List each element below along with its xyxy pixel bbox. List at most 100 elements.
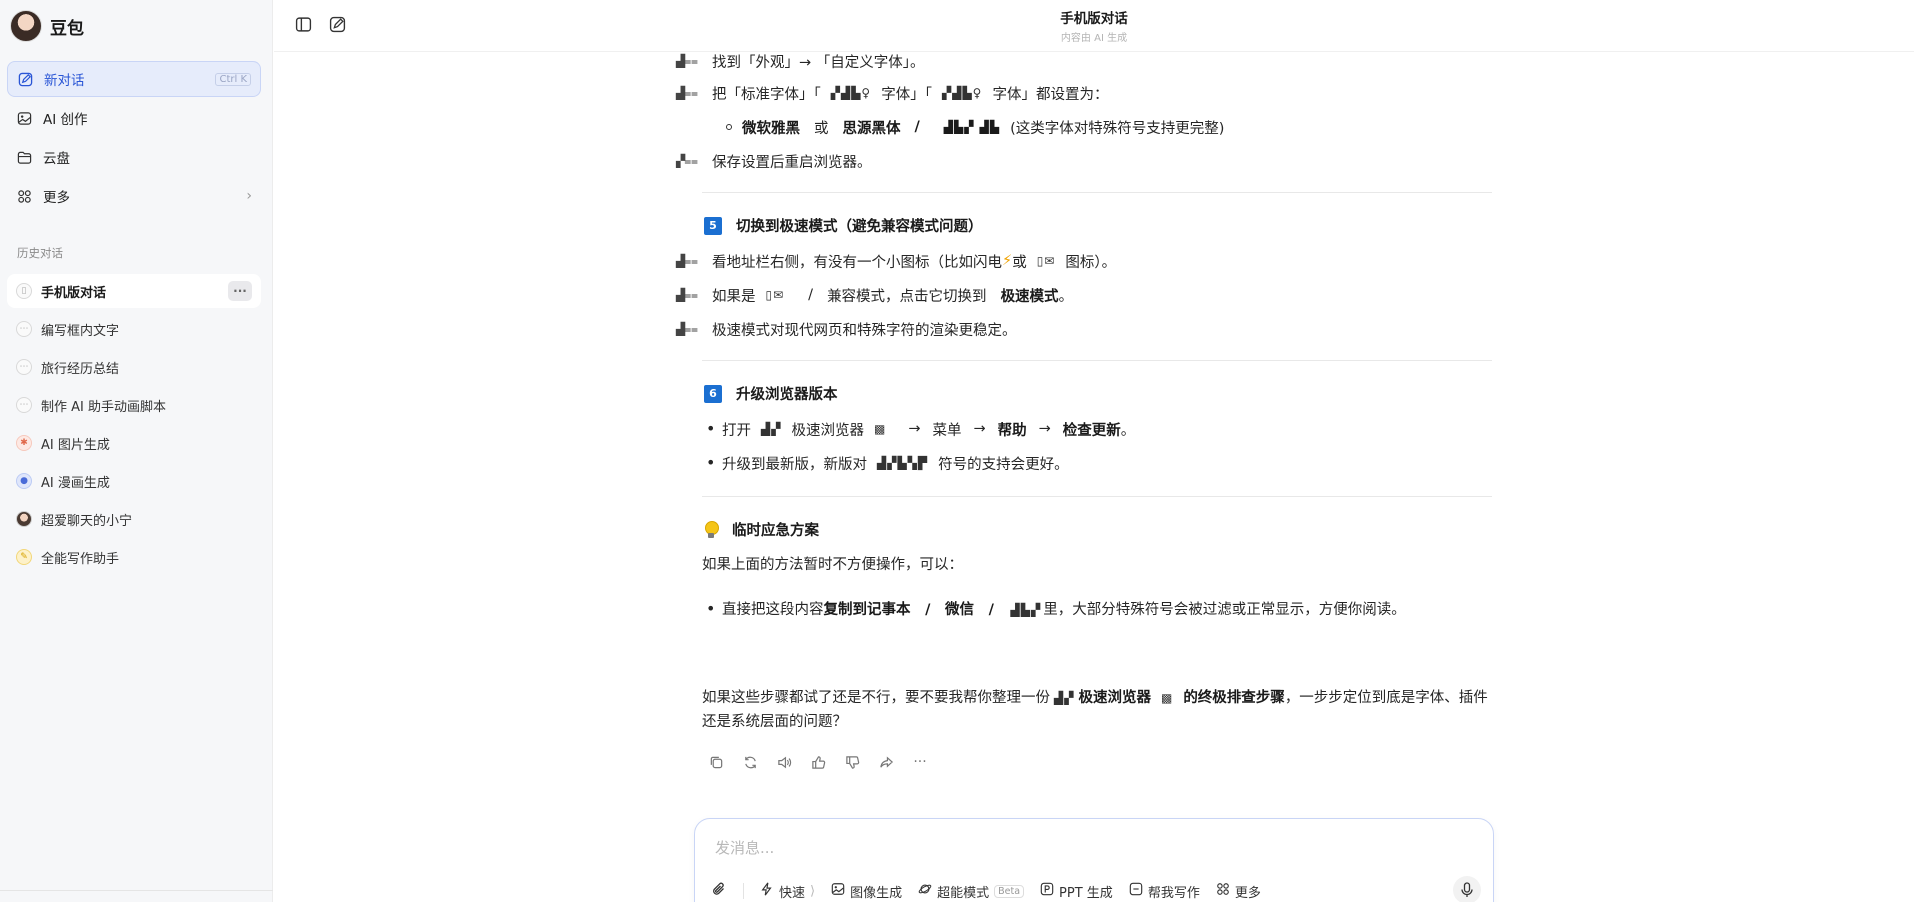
message-input[interactable]: 发消息... xyxy=(715,837,774,858)
copy-icon[interactable] xyxy=(706,752,726,772)
image-generation-button[interactable]: 图像生成 xyxy=(831,882,902,901)
sidebar-footer xyxy=(0,890,273,902)
divider xyxy=(702,360,1492,361)
more-tools-button[interactable]: 更多 xyxy=(1216,882,1261,901)
step-text: 极速模式对现代网页和特殊字符的渲染更稳定。 xyxy=(712,322,1017,339)
chat-title[interactable]: 手机版对话 xyxy=(274,7,1914,27)
lightbulb-icon xyxy=(704,520,719,539)
regenerate-icon[interactable] xyxy=(740,752,760,772)
tool-label: 更多 xyxy=(1234,885,1261,901)
thumbs-up-icon[interactable] xyxy=(808,752,828,772)
attach-button[interactable] xyxy=(711,881,727,901)
history-item[interactable]: ⋯ 制作 AI 助手动画脚本 xyxy=(7,388,261,422)
nav-label: 云盘 xyxy=(43,151,70,167)
planet-icon xyxy=(918,882,932,900)
pencil-icon: ✎ xyxy=(16,549,32,565)
tool-label: 快速 xyxy=(779,885,806,901)
garbled-symbols: ▯✉ xyxy=(765,288,785,302)
nav-label: 新对话 xyxy=(44,73,85,89)
tool-label: 帮我写作 xyxy=(1147,885,1200,901)
ppt-generation-button[interactable]: PPT 生成 xyxy=(1040,882,1113,901)
step-row: ▞⩵ 保存设置后重启浏览器。 xyxy=(676,150,872,172)
bullet-line: 升级到最新版，新版对 ▟▞▙▚▛ 符号的支持会更好。 xyxy=(722,452,1069,474)
history-item[interactable]: 超爱聊天的小宁 xyxy=(7,502,261,536)
bold-text: 复制到记事本 xyxy=(823,602,911,618)
beta-badge: Beta xyxy=(994,884,1025,898)
nav-item-cloud-drive[interactable]: 云盘 xyxy=(7,139,261,175)
brand[interactable]: 豆包 xyxy=(10,10,84,42)
history-list: ▯ 手机版对话 ··· ⋯ 编写框内文字 ⋯ 旅行经历总结 ⋯ 制作 AI 助手… xyxy=(7,274,261,578)
step-row: ▟⩵ 把「标准字体」「 ▞▟▙♀ 字体」「 ▞▟▙♀ 字体」都设置为： xyxy=(676,82,1108,104)
super-mode-button[interactable]: 超能模式 Beta xyxy=(918,882,1025,901)
garbled-symbols: ▟▞ xyxy=(761,422,782,436)
bold-text: 检查更新 xyxy=(1062,422,1121,439)
bold-text: 极速模式 xyxy=(1000,288,1059,305)
more-options-button[interactable]: ··· xyxy=(228,281,252,301)
history-item-label: 手机版对话 xyxy=(41,285,107,301)
fast-mode-button[interactable]: 快速 ⟩ xyxy=(760,882,815,901)
new-chat-button[interactable]: 新对话 Ctrl K xyxy=(7,61,261,97)
arrow: → xyxy=(1038,421,1051,437)
bold-text: 的终极排查步骤 xyxy=(1183,690,1285,706)
step-text: 保存设置后重启浏览器。 xyxy=(712,154,872,171)
step-text: 把「标准字体」「 xyxy=(712,86,821,103)
sidebar-nav: 新对话 Ctrl K AI 创作 云盘 更多 › xyxy=(7,61,261,217)
avatar xyxy=(10,10,42,42)
history-section-label: 历史对话 xyxy=(17,246,63,260)
writing-assistant-button[interactable]: 帮我写作 xyxy=(1129,882,1200,901)
nav-label: AI 创作 xyxy=(43,112,88,128)
step-text: 字体」都设置为： xyxy=(992,86,1109,103)
comic-bot-icon: ● xyxy=(16,473,32,489)
closing-paragraph: 如果这些步骤都试了还是不行，要不要我帮你整理一份 ▟▞ 极速浏览器 ▩ 的终极排查步骤，… xyxy=(702,686,1492,734)
garbled-symbols: ▩ xyxy=(873,422,887,436)
bold-text: 极速浏览器 xyxy=(1078,690,1151,706)
section-heading: 5 切换到极速模式（避免兼容模式问题） xyxy=(704,215,983,236)
grid-icon xyxy=(1216,882,1230,900)
ai-disclaimer: 内容由 AI 生成 xyxy=(1060,33,1128,44)
history-item-label: 制作 AI 助手动画脚本 xyxy=(41,399,166,415)
bullet-dot: • xyxy=(706,599,716,618)
document-icon xyxy=(1129,882,1143,900)
chat-bubble-icon: ⋯ xyxy=(16,359,32,375)
share-icon[interactable] xyxy=(876,752,896,772)
step-text: 或 xyxy=(1012,254,1027,271)
garbled-symbols: ▟▙▞ xyxy=(1010,603,1042,617)
nav-item-ai-create[interactable]: AI 创作 xyxy=(7,100,261,136)
ppt-icon xyxy=(1040,882,1054,900)
microphone-icon[interactable] xyxy=(1453,876,1481,902)
glyph-marker: ▟⩵ xyxy=(676,85,698,100)
arrow: → xyxy=(973,421,986,437)
history-item[interactable]: ✎ 全能写作助手 xyxy=(7,540,261,574)
bullet-line: 打开 ▟▞ 极速浏览器 ▩ → 菜单 → 帮助 → 检查更新 。 xyxy=(722,418,1135,440)
history-item[interactable]: ✱ AI 图片生成 xyxy=(7,426,261,460)
sidebar: 豆包 新对话 Ctrl K AI 创作 云盘 更多 › 历史对话 ▯ 手机版对话… xyxy=(0,0,273,902)
glyph-marker: ▟⩵ xyxy=(676,253,698,268)
edit-icon xyxy=(17,71,34,88)
number-badge: 5 xyxy=(704,216,722,235)
speaker-icon[interactable] xyxy=(774,752,794,772)
history-item[interactable]: ● AI 漫画生成 xyxy=(7,464,261,498)
garbled-symbols: ▞▟▙♀ xyxy=(830,86,872,100)
folder-icon xyxy=(16,149,33,166)
bold-text: 思源黑体 xyxy=(842,120,901,137)
bold-text: / xyxy=(914,119,920,135)
thumbs-down-icon[interactable] xyxy=(842,752,862,772)
section-heading: 临时应急方案 xyxy=(704,519,819,540)
step-text: 看地址栏右侧，有没有一个小图标（比如闪电 xyxy=(712,254,1002,271)
history-item[interactable]: ⋯ 编写框内文字 xyxy=(7,312,261,346)
bullet-dot: • xyxy=(706,419,716,438)
heading-text: 升级浏览器版本 xyxy=(736,387,838,403)
text: 如果这些步骤都试了还是不行，要不要我帮你整理一份 xyxy=(702,690,1050,706)
more-icon[interactable]: ··· xyxy=(910,752,930,772)
nav-item-more[interactable]: 更多 › xyxy=(7,178,261,214)
history-item[interactable]: ▯ 手机版对话 ··· xyxy=(7,274,261,308)
sub-bullet: 微软雅黑 或 思源黑体 / ▟▙▞ ▟▙ (这类字体对特殊符号支持更完整) xyxy=(726,116,1224,138)
text: 。 xyxy=(1058,288,1074,305)
history-item[interactable]: ⋯ 旅行经历总结 xyxy=(7,350,261,384)
bold-text: 微信 xyxy=(945,602,975,618)
bold-text: / xyxy=(925,602,931,618)
image-icon xyxy=(831,882,845,900)
text: 。 xyxy=(1120,422,1136,439)
bold-text: 微软雅黑 xyxy=(742,120,800,137)
message-composer: 发消息... 快速 ⟩ 图像生成 超能模式 Beta PPT 生成 帮我写作 更… xyxy=(694,818,1494,902)
